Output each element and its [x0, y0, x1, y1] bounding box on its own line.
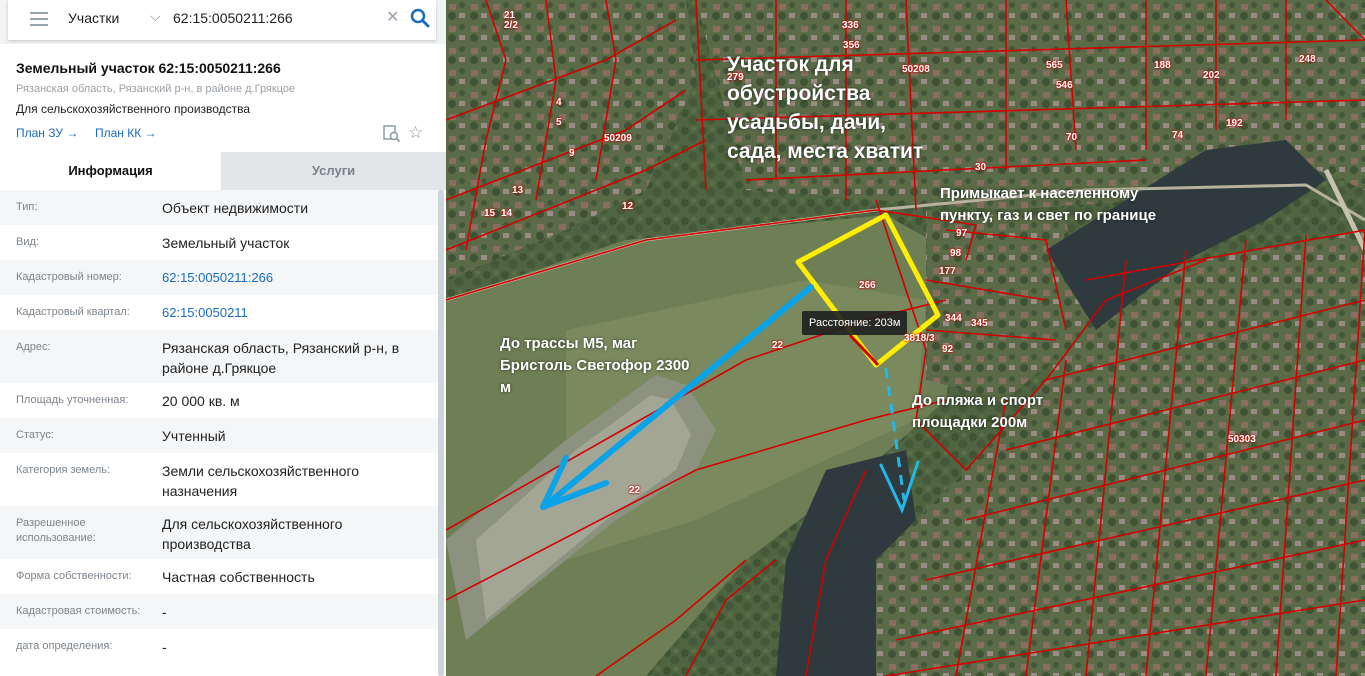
- info-row: Статус: Учтенный: [0, 418, 438, 453]
- parcel-number-label[interactable]: 70: [1066, 132, 1077, 143]
- annotation-highway: До трассы М5, маг Бристоль Светофор 2300…: [500, 335, 690, 396]
- parcel-number-label[interactable]: 202: [1203, 70, 1220, 81]
- info-row-label: Площадь уточненная:: [16, 394, 129, 406]
- info-row: дата определения: -: [0, 629, 438, 664]
- parcel-number-label[interactable]: 177: [939, 266, 956, 277]
- parcel-number-label[interactable]: 248: [1299, 54, 1316, 65]
- close-icon[interactable]: ✕: [386, 7, 399, 27]
- search-input[interactable]: [173, 6, 378, 30]
- info-row: Тип: Объект недвижимости: [0, 190, 438, 225]
- parcel-number-label[interactable]: 4: [556, 97, 562, 108]
- search-bar: Участки ⌵ ✕: [0, 0, 446, 44]
- info-row-value: -: [162, 639, 167, 655]
- parcel-number-label[interactable]: 9: [569, 148, 575, 159]
- info-row-value: Для сельскохозяйственного производства: [162, 516, 343, 552]
- parcel-number-label[interactable]: 188: [1154, 60, 1171, 71]
- tab-info[interactable]: Информация: [0, 152, 221, 190]
- map[interactable]: Участок для обустройства усадьбы, дачи, …: [446, 0, 1365, 676]
- distance-tooltip: Расстояние: 203м: [802, 311, 908, 335]
- info-row-label: Кадастровый квартал:: [16, 306, 130, 318]
- scrollbar-thumb[interactable]: [438, 190, 444, 676]
- locate-on-map-icon[interactable]: [383, 125, 401, 143]
- parcel-number-label[interactable]: 3818/3: [904, 333, 935, 344]
- parcel-number-label[interactable]: 30: [975, 162, 986, 173]
- info-row-label: дата определения:: [16, 640, 113, 652]
- info-row-value: Земельный участок: [162, 235, 290, 251]
- quarter-label[interactable]: 50208: [902, 64, 930, 75]
- parcel-number-label[interactable]: 22: [629, 485, 640, 496]
- search-box: Участки ⌵ ✕: [8, 0, 436, 40]
- info-row-value: Объект недвижимости: [162, 200, 309, 216]
- info-row-label: Вид:: [16, 236, 39, 248]
- parcel-number-label[interactable]: 266: [859, 280, 876, 291]
- info-row-label: Кадастровая стоимость:: [16, 605, 141, 617]
- info-row: Площадь уточненная: 20 000 кв. м: [0, 383, 438, 418]
- info-row-link[interactable]: 62:15:0050211: [162, 303, 422, 323]
- search-button[interactable]: [408, 6, 432, 30]
- info-row: Адрес: Рязанская область, Рязанский р-н, …: [0, 330, 438, 383]
- parcel-number-label[interactable]: 279: [727, 72, 744, 83]
- annotation-border: Примыкает к населенному пункту, газ и св…: [940, 185, 1157, 224]
- info-row: Вид: Земельный участок: [0, 225, 438, 260]
- star-icon[interactable]: ☆: [408, 123, 423, 143]
- info-row-label: Тип:: [16, 201, 38, 213]
- parcel-number-label[interactable]: 192: [1226, 118, 1243, 129]
- parcel-purpose: Для сельскохозяйственного производства: [16, 102, 251, 116]
- info-row-label: Категория земель:: [16, 464, 111, 476]
- parcel-number-label[interactable]: 345: [971, 318, 988, 329]
- parcel-number-label[interactable]: 13: [512, 185, 523, 196]
- parcel-number-label[interactable]: 98: [950, 248, 961, 259]
- info-row-label: Разрешенное использование:: [16, 517, 96, 544]
- info-row-value: Земли сельскохозяйственного назначения: [162, 463, 360, 499]
- parcel-number-label[interactable]: 336: [842, 20, 859, 31]
- info-row: Кадастровая стоимость: -: [0, 594, 438, 629]
- parcel-number-label[interactable]: 15: [484, 208, 495, 219]
- search-icon: [410, 8, 430, 28]
- info-row-value: 20 000 кв. м: [162, 393, 240, 409]
- layer-select[interactable]: Участки: [68, 10, 119, 26]
- plan-kk-link[interactable]: План КК →: [95, 126, 157, 140]
- quarter-label[interactable]: 50209: [604, 133, 632, 144]
- info-row-link[interactable]: 62:15:0050211:266: [162, 268, 422, 288]
- info-row-value: Учтенный: [162, 428, 226, 444]
- menu-icon[interactable]: [30, 12, 48, 26]
- annotation-purpose: Участок для обустройства усадьбы, дачи, …: [727, 53, 924, 163]
- info-panel: Участки ⌵ ✕ Земельный участок 62:15:0050…: [0, 0, 446, 676]
- quarter-label[interactable]: 50303: [1228, 434, 1256, 445]
- info-row: Форма собственности: Частная собственност…: [0, 559, 438, 594]
- parcel-number-label[interactable]: 5: [556, 117, 562, 128]
- parcel-title: Земельный участок 62:15:0050211:266: [16, 60, 281, 76]
- plan-zu-link[interactable]: План ЗУ →: [16, 126, 78, 140]
- info-row-label: Адрес:: [16, 341, 51, 353]
- parcel-number-label[interactable]: 74: [1172, 130, 1183, 141]
- info-row: Кадастровый номер: 62:15:0050211:266: [0, 260, 438, 295]
- parcel-number-label[interactable]: 546: [1056, 80, 1073, 91]
- info-row-value: Частная собственность: [162, 569, 315, 585]
- chevron-down-icon[interactable]: ⌵: [150, 8, 161, 25]
- info-row-label: Форма собственности:: [16, 570, 132, 582]
- parcel-number-label[interactable]: 344: [945, 313, 962, 324]
- tab-services[interactable]: Услуги: [221, 152, 446, 190]
- parcel-number-label[interactable]: 22: [772, 340, 783, 351]
- info-row: Разрешенное использование: Для сельскохоз…: [0, 506, 438, 559]
- parcel-number-label[interactable]: 356: [843, 40, 860, 51]
- info-row-value: -: [162, 604, 167, 620]
- annotation-beach: До пляжа и спорт площадки 200м: [912, 392, 1044, 431]
- info-row-label: Кадастровый номер:: [16, 271, 122, 283]
- parcel-number-label[interactable]: 92: [942, 344, 953, 355]
- info-row-label: Статус:: [16, 429, 54, 441]
- parcel-address: Рязанская область, Рязанский р-н, в райо…: [16, 83, 296, 95]
- info-row: Категория земель: Земли сельскохозяйствен…: [0, 453, 438, 506]
- parcel-number-label[interactable]: 97: [956, 228, 967, 239]
- parcel-number-label[interactable]: 14: [501, 208, 512, 219]
- parcel-number-label[interactable]: 565: [1046, 60, 1063, 71]
- parcel-number-label[interactable]: 2/2: [504, 20, 518, 31]
- info-row: Кадастровый квартал: 62:15:0050211: [0, 295, 438, 330]
- info-row-value: Рязанская область, Рязанский р-н, в райо…: [162, 340, 400, 376]
- parcel-number-label[interactable]: 12: [622, 201, 633, 212]
- tabs: Информация Услуги: [0, 152, 446, 190]
